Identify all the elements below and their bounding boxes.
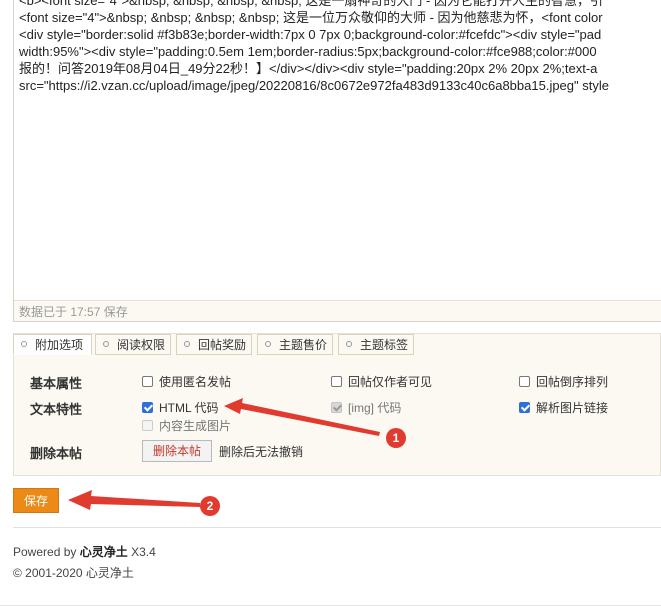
reverse-replies-option[interactable]: 回帖倒序排列 — [519, 373, 608, 390]
powered-prefix: Powered by — [13, 545, 77, 559]
reply-author-only-option[interactable]: 回帖仅作者可见 — [331, 373, 432, 390]
autosave-status: 数据已于 17:57 保存 — [19, 305, 128, 319]
text-features-label: 文本特性 — [30, 402, 83, 417]
option-label: HTML 代码 — [159, 401, 219, 415]
bottom-divider — [0, 605, 661, 606]
option-label: 解析图片链接 — [536, 401, 609, 415]
tab-label: 主题标签 — [360, 338, 409, 352]
delete-post-button[interactable]: 删除本帖 — [142, 440, 212, 462]
editor-line: width:95%"><div style="padding:0.5em 1em… — [19, 44, 597, 59]
editor-line: <b><font size="4">&nbsp; &nbsp; &nbsp; &… — [19, 0, 603, 8]
tab-label: 附加选项 — [35, 338, 84, 352]
message-editor: <b><font size="4">&nbsp; &nbsp; &nbsp; &… — [13, 0, 661, 322]
save-button[interactable]: 保存 — [13, 488, 59, 513]
option-label: 回帖仅作者可见 — [348, 375, 433, 389]
reverse-replies-checkbox[interactable] — [519, 376, 530, 388]
parse-image-links-checkbox[interactable] — [519, 402, 530, 414]
anonymous-option[interactable]: 使用匿名发帖 — [142, 373, 231, 390]
html-code-checkbox[interactable] — [142, 402, 153, 414]
message-textarea[interactable]: <b><font size="4">&nbsp; &nbsp; &nbsp; &… — [14, 0, 661, 301]
editor-line: <div style="border:solid #f3b83e;border-… — [19, 27, 602, 42]
tab-label: 回帖奖励 — [198, 338, 247, 352]
tab-read-permission[interactable]: 阅读权限 — [95, 334, 171, 355]
bullet-icon — [184, 340, 190, 347]
footer-divider — [13, 527, 661, 528]
tab-reply-reward[interactable]: 回帖奖励 — [176, 334, 252, 355]
powered-by: Powered by 心灵净土 X3.4 — [13, 543, 156, 560]
delete-warning: 删除后无法撤销 — [219, 445, 304, 459]
content-to-image-checkbox — [142, 420, 153, 432]
img-code-checkbox — [331, 402, 342, 414]
annotation-badge-2: 2 — [200, 496, 220, 516]
content-to-image-option: 内容生成图片 — [142, 417, 231, 434]
parse-image-links-option[interactable]: 解析图片链接 — [519, 399, 608, 416]
tab-thread-price[interactable]: 主题售价 — [257, 334, 333, 355]
tab-label: 阅读权限 — [117, 338, 166, 352]
img-code-option: [img] 代码 — [331, 399, 401, 416]
option-label: 使用匿名发帖 — [159, 375, 232, 389]
delete-post-label: 删除本帖 — [30, 446, 83, 461]
bullet-icon — [103, 340, 109, 347]
tab-label: 主题售价 — [279, 338, 328, 352]
brand-link[interactable]: 心灵净土 — [80, 545, 128, 559]
bullet-icon — [21, 340, 27, 347]
bullet-icon — [346, 340, 352, 347]
editor-line: src="https://i2.vzan.cc/upload/image/jpe… — [19, 78, 609, 93]
option-label: 内容生成图片 — [159, 419, 232, 433]
basic-attributes-label: 基本属性 — [30, 376, 83, 391]
option-label: 回帖倒序排列 — [536, 375, 609, 389]
arrow-2-icon — [68, 490, 200, 510]
bullet-icon — [265, 340, 271, 347]
reply-author-only-checkbox[interactable] — [331, 376, 342, 388]
version-text: X3.4 — [131, 545, 156, 559]
option-label: [img] 代码 — [348, 401, 402, 415]
copyright: © 2001-2020 心灵净土 — [13, 566, 134, 580]
editor-line: <font size="4">&nbsp; &nbsp; &nbsp; &nbs… — [19, 10, 603, 25]
html-code-option[interactable]: HTML 代码 — [142, 399, 219, 416]
tab-thread-tags[interactable]: 主题标签 — [338, 334, 414, 355]
tab-extra-options[interactable]: 附加选项 — [13, 334, 92, 355]
annotation-badge-1: 1 — [386, 428, 406, 448]
editor-line: 报的！问答2019年08月04日_49分22秒！】</div></div><di… — [19, 61, 598, 76]
anonymous-checkbox[interactable] — [142, 376, 153, 388]
